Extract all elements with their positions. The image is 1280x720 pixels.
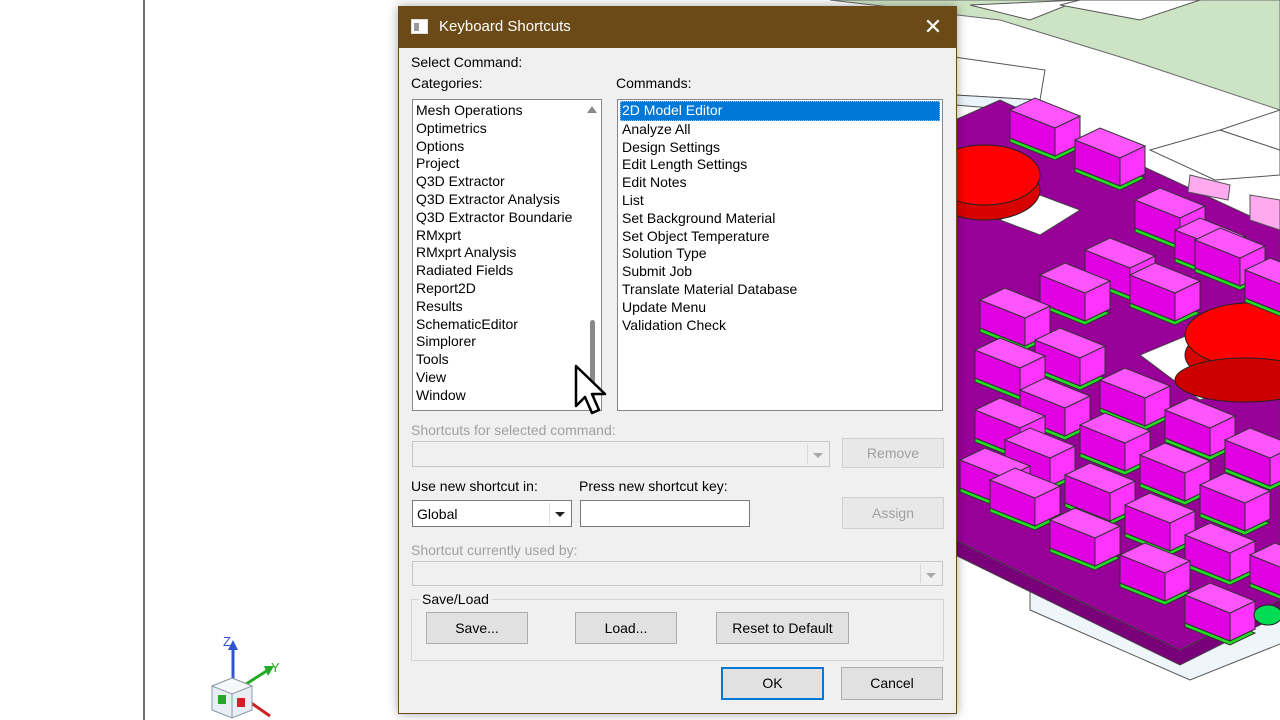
- command-item[interactable]: Translate Material Database: [618, 281, 942, 299]
- chevron-down-icon: [549, 503, 569, 524]
- category-item[interactable]: Radiated Fields: [413, 262, 601, 280]
- category-item[interactable]: Options: [413, 138, 601, 156]
- command-item[interactable]: Update Menu: [618, 299, 942, 317]
- command-item[interactable]: Edit Length Settings: [618, 156, 942, 174]
- command-item[interactable]: List: [618, 192, 942, 210]
- category-item[interactable]: Mesh Operations: [413, 102, 601, 120]
- category-item[interactable]: RMxprt Analysis: [413, 244, 601, 262]
- commands-label: Commands:: [616, 75, 692, 91]
- commands-list[interactable]: 2D Model Editor Analyze All Design Setting…: [617, 99, 943, 411]
- shortcut-scope-value: Global: [417, 506, 458, 522]
- command-item[interactable]: Set Background Material: [618, 210, 942, 228]
- categories-label: Categories:: [411, 75, 483, 91]
- window-icon: [411, 19, 428, 34]
- category-item[interactable]: Optimetrics: [413, 120, 601, 138]
- use-new-shortcut-label: Use new shortcut in:: [411, 478, 538, 494]
- command-item[interactable]: Analyze All: [618, 121, 942, 139]
- mouse-cursor-icon: [574, 364, 607, 415]
- axis-triad: Z Y: [210, 634, 280, 719]
- select-command-label: Select Command:: [411, 54, 523, 70]
- ok-button[interactable]: OK: [721, 667, 824, 700]
- chevron-down-icon: [807, 444, 827, 464]
- shortcut-key-input[interactable]: [580, 500, 750, 527]
- command-item[interactable]: Solution Type: [618, 245, 942, 263]
- shortcut-scope-select[interactable]: Global: [412, 500, 572, 527]
- category-item[interactable]: Simplorer: [413, 333, 601, 351]
- category-item[interactable]: Report2D: [413, 280, 601, 298]
- save-load-legend: Save/Load: [419, 591, 492, 607]
- save-button[interactable]: Save...: [426, 612, 528, 644]
- command-item[interactable]: Set Object Temperature: [618, 228, 942, 246]
- scroll-up-arrow-icon[interactable]: [587, 106, 597, 113]
- axis-y-label: Y: [271, 660, 280, 675]
- command-item[interactable]: Design Settings: [618, 139, 942, 157]
- axis-z-label: Z: [223, 634, 231, 649]
- category-item[interactable]: Q3D Extractor Boundarie: [413, 209, 601, 227]
- dialog-titlebar[interactable]: Keyboard Shortcuts ✕: [399, 7, 956, 48]
- close-button[interactable]: ✕: [916, 11, 950, 43]
- shortcuts-combo[interactable]: [412, 441, 830, 467]
- category-item[interactable]: Results: [413, 298, 601, 316]
- category-item[interactable]: SchematicEditor: [413, 316, 601, 334]
- dialog-title: Keyboard Shortcuts: [439, 18, 571, 35]
- shortcuts-for-command-label: Shortcuts for selected command:: [411, 422, 616, 438]
- project-tree-panel: [0, 0, 145, 720]
- category-item[interactable]: Q3D Extractor Analysis: [413, 191, 601, 209]
- remove-button[interactable]: Remove: [842, 438, 944, 468]
- keyboard-shortcuts-dialog: Keyboard Shortcuts ✕ Select Command: Cat…: [398, 6, 957, 714]
- load-button[interactable]: Load...: [575, 612, 677, 644]
- reset-to-default-button[interactable]: Reset to Default: [716, 612, 849, 644]
- cancel-button[interactable]: Cancel: [841, 667, 943, 700]
- command-item[interactable]: Edit Notes: [618, 174, 942, 192]
- currently-used-combo[interactable]: [412, 561, 943, 586]
- currently-used-by-label: Shortcut currently used by:: [411, 542, 578, 558]
- press-new-key-label: Press new shortcut key:: [579, 478, 728, 494]
- category-item[interactable]: RMxprt: [413, 227, 601, 245]
- command-item[interactable]: Submit Job: [618, 263, 942, 281]
- command-item[interactable]: Validation Check: [618, 317, 942, 335]
- assign-button[interactable]: Assign: [842, 497, 944, 529]
- category-item[interactable]: Q3D Extractor: [413, 173, 601, 191]
- command-item[interactable]: 2D Model Editor: [620, 101, 940, 121]
- category-item[interactable]: Project: [413, 155, 601, 173]
- chevron-down-icon: [920, 564, 940, 583]
